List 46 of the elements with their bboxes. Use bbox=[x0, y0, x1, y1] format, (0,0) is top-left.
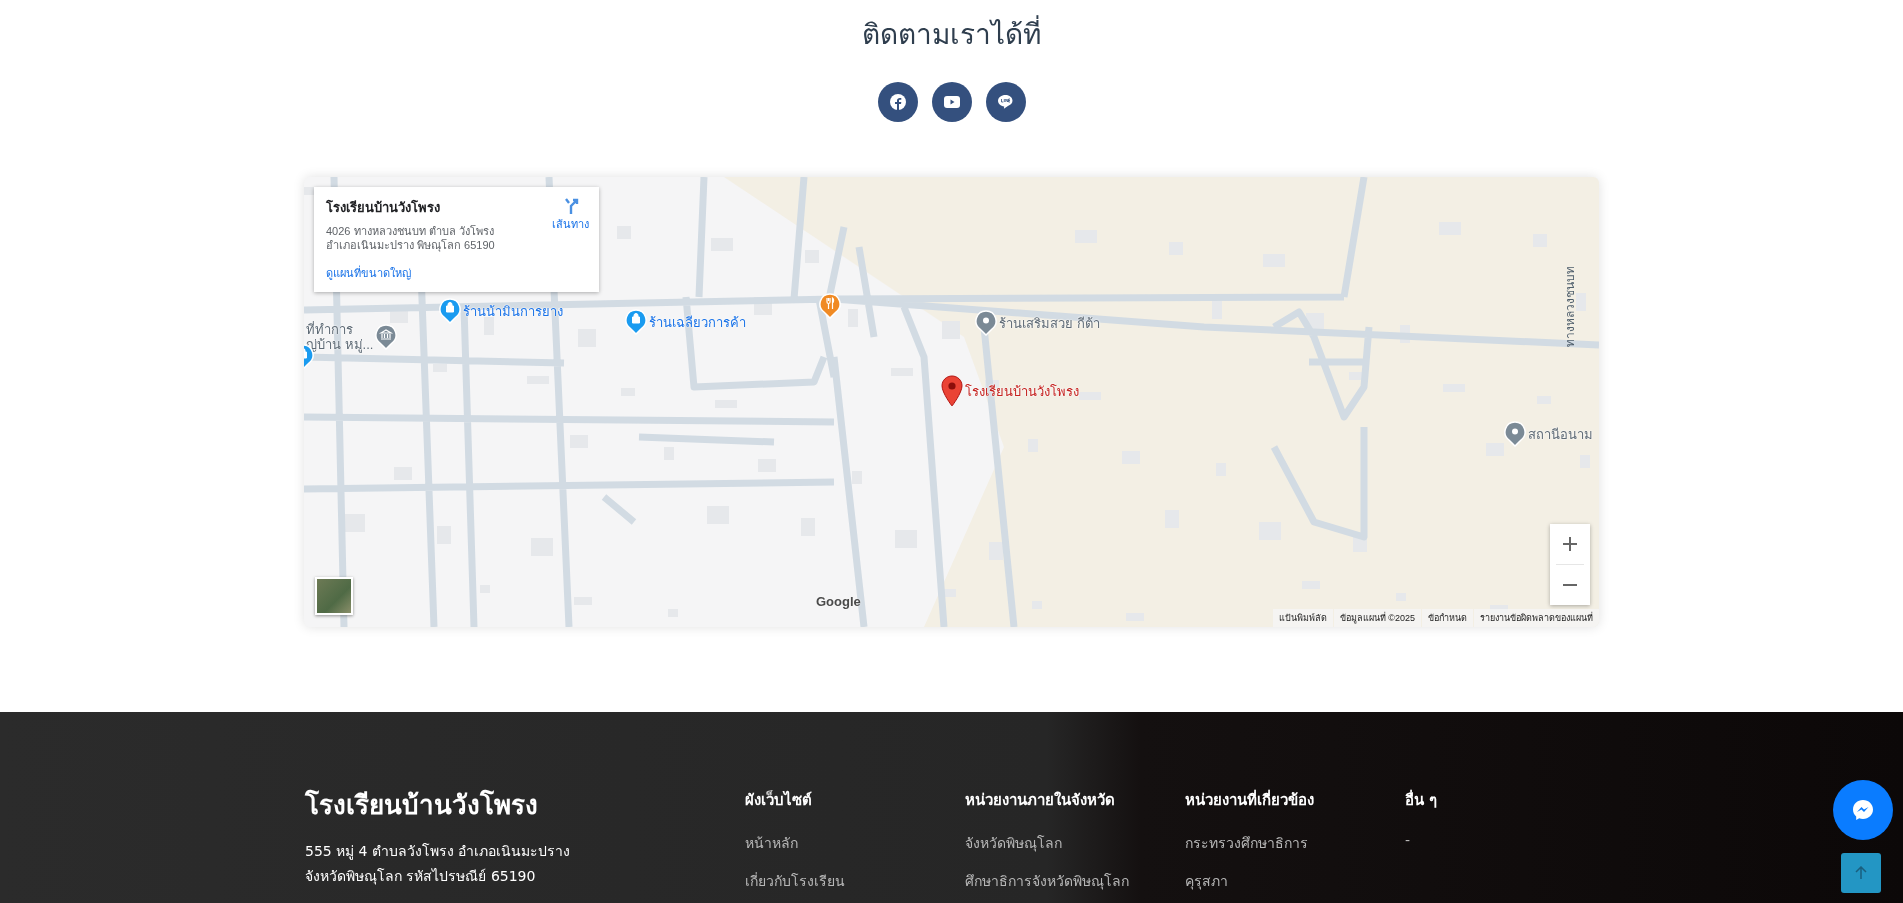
directions-link[interactable]: เส้นทาง bbox=[552, 197, 589, 233]
building-pin-icon bbox=[375, 324, 398, 350]
facebook-icon bbox=[889, 94, 906, 110]
map-pin-icon bbox=[941, 375, 963, 407]
social-link-button[interactable] bbox=[877, 82, 918, 122]
place-label: ร้านเฉลียวการค้า bbox=[649, 314, 746, 330]
place-label: โรงเรียนบ้านวังโพรง bbox=[965, 383, 1079, 399]
place-address: 4026 ทางหลวงชนบท ตำบล วังโพรง อำเภอเนินมะปราง พิษณุโลก 65190 bbox=[326, 224, 496, 252]
map-attribution-link[interactable]: รายงานข้อผิดพลาดของแผนที่ bbox=[1474, 609, 1599, 627]
map-attribution-link[interactable]: ข้อมูลแผนที่ ©2025 bbox=[1333, 609, 1421, 627]
road-label: ทางหลวงชนบท bbox=[1562, 266, 1578, 347]
footer-link[interactable]: ศึกษาธิการจังหวัดพิษณุโลก bbox=[965, 870, 1185, 892]
footer-link[interactable]: เกี่ยวกับโรงเรียน bbox=[745, 870, 965, 892]
place-label: ร้านน้ามินการยาง bbox=[463, 303, 563, 319]
footer-link[interactable]: - bbox=[1405, 832, 1625, 848]
map-attribution-link[interactable]: ข้อกำหนด bbox=[1422, 609, 1473, 627]
zoom-in-button[interactable] bbox=[1550, 524, 1590, 564]
arrow-up-icon bbox=[1854, 866, 1868, 880]
fork-knife-pin-icon bbox=[819, 293, 841, 319]
place-label: ร้านเสริมสวย กีต้า bbox=[999, 315, 1100, 331]
section-title: ติดตามเราได้ที่ bbox=[862, 14, 1041, 56]
map-marker-icon bbox=[975, 310, 997, 336]
footer-link[interactable]: คุรุสภา bbox=[1185, 870, 1405, 892]
footer-column-heading: ผังเว็บไซต์ bbox=[745, 789, 813, 811]
map-attribution-link[interactable]: แป้นพิมพ์ลัด bbox=[1272, 609, 1333, 627]
footer-column-heading: อื่น ๆ bbox=[1405, 788, 1439, 811]
messenger-icon bbox=[1852, 799, 1874, 821]
map-logo: Google bbox=[816, 594, 861, 609]
footer-link[interactable]: กระทรวงศึกษาธิการ bbox=[1185, 832, 1405, 854]
larger-map-link[interactable]: ดูแผนที่ขนาดใหญ่ bbox=[326, 264, 587, 282]
youtube-icon bbox=[943, 96, 960, 108]
satellite-thumbnail[interactable] bbox=[315, 577, 353, 615]
place-name: โรงเรียนบ้านวังโพรง bbox=[326, 199, 441, 217]
minus-icon bbox=[1562, 584, 1578, 586]
plus-icon bbox=[1562, 536, 1578, 552]
footer-address: 555 หมู่ 4 ตำบลวังโพรง อำเภอเนินมะปราง จังหวัดพิษณุโลก รหัสไปรษณีย์ 65190 bbox=[305, 842, 572, 887]
social-link-button[interactable] bbox=[931, 82, 972, 122]
footer-column-heading: หน่วยงานที่เกี่ยวข้อง bbox=[1185, 788, 1315, 811]
footer-link[interactable]: หน้าหลัก bbox=[745, 832, 965, 854]
footer-link[interactable]: จังหวัดพิษณุโลก bbox=[965, 832, 1185, 854]
chat-bubble-icon bbox=[997, 94, 1014, 110]
footer-school-name: โรงเรียนบ้านวังโพรง bbox=[305, 788, 539, 822]
map-marker-icon bbox=[1504, 421, 1526, 447]
place-label: สถานีอนาม bbox=[1528, 426, 1593, 442]
social-link-button[interactable] bbox=[985, 82, 1026, 122]
footer-column-heading: หน่วยงานภายในจังหวัด bbox=[965, 790, 1116, 811]
